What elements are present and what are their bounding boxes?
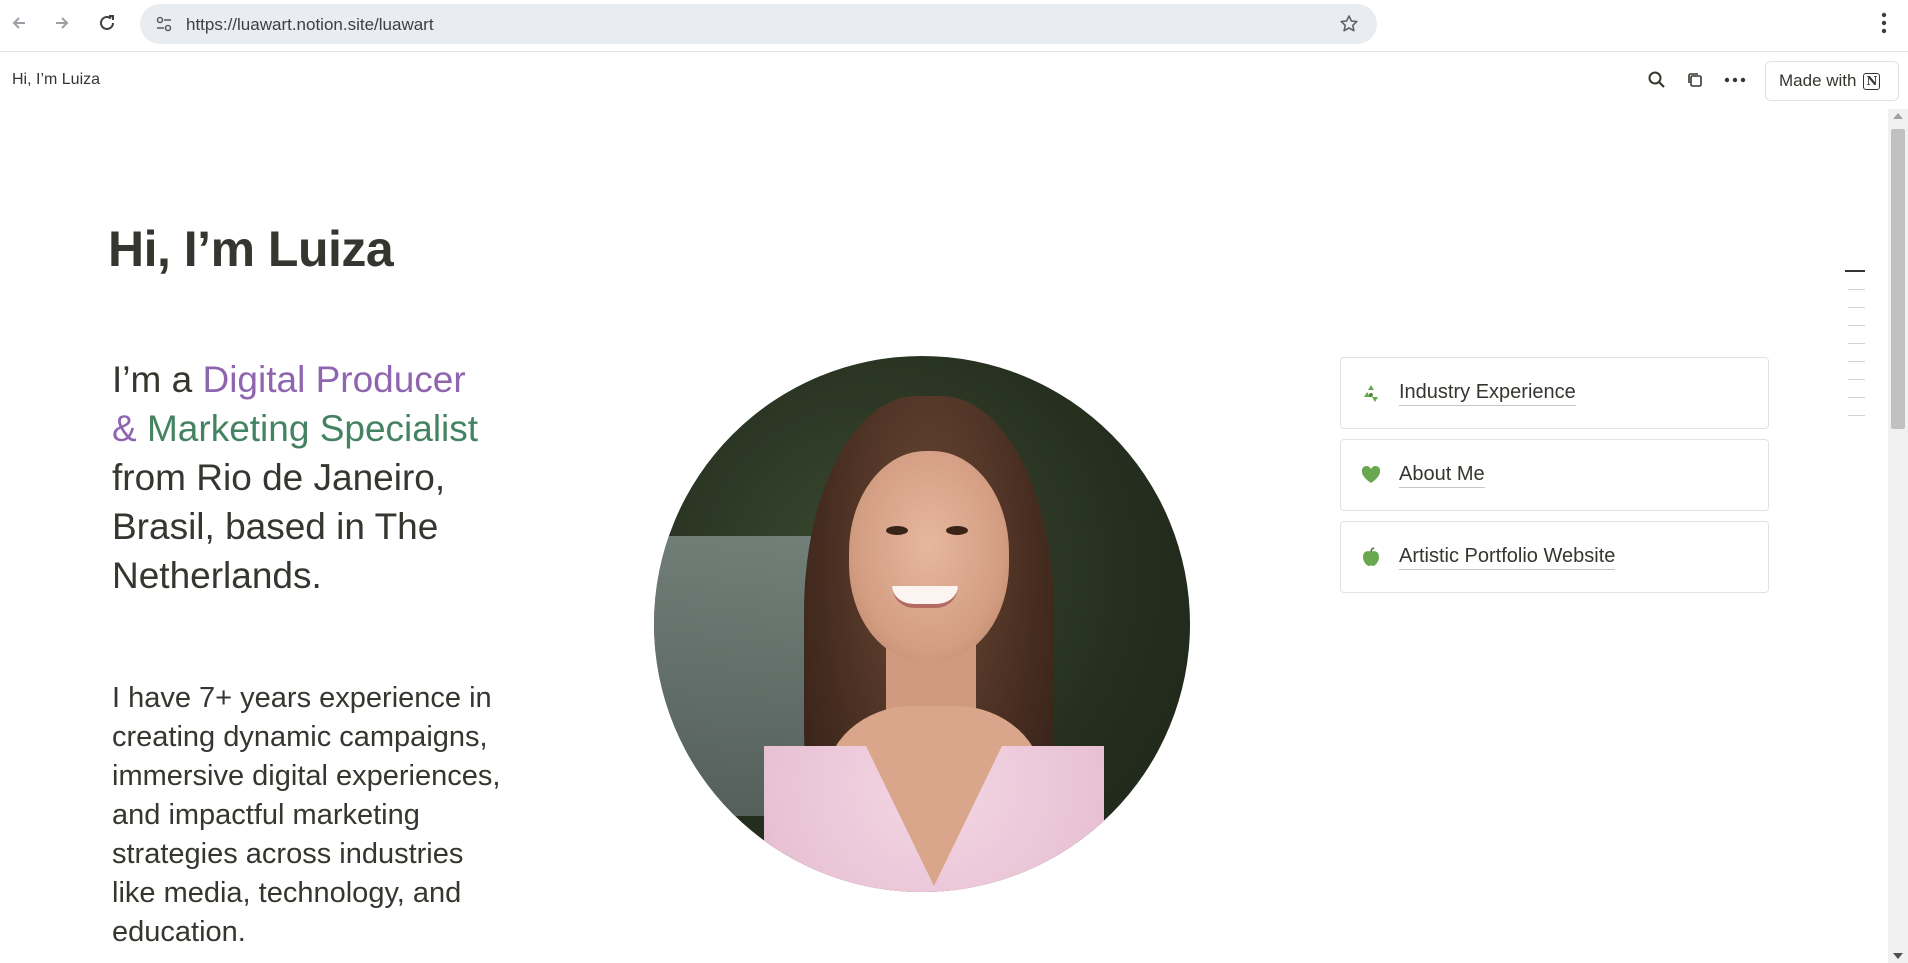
intro-suffix: from Rio de Janeiro, Brasil, based in Th…: [112, 457, 446, 596]
toc-line[interactable]: [1848, 415, 1865, 416]
toc-line[interactable]: [1848, 307, 1865, 308]
toc-line[interactable]: [1848, 343, 1865, 344]
role-ampersand: &: [112, 408, 147, 449]
role-marketing-specialist: Marketing Specialist: [146, 408, 479, 449]
more-horizontal-icon: [1724, 77, 1746, 83]
kebab-menu-icon: [1881, 12, 1887, 34]
scrollbar-thumb[interactable]: [1891, 129, 1905, 429]
search-button[interactable]: [1644, 67, 1670, 93]
arrow-left-icon: [12, 17, 25, 29]
scroll-down-arrow-icon[interactable]: [1893, 953, 1903, 959]
duplicate-icon: [1688, 73, 1702, 87]
recycle-icon: [1359, 381, 1383, 405]
more-options-button[interactable]: [1722, 67, 1748, 93]
breadcrumb[interactable]: Hi, I’m Luiza: [12, 71, 100, 89]
link-card-industry-experience[interactable]: Industry Experience: [1340, 357, 1769, 429]
notion-logo-icon: N: [1863, 72, 1881, 90]
link-card-artistic-portfolio[interactable]: Artistic Portfolio Website: [1340, 521, 1769, 593]
browser-menu-button[interactable]: [1874, 10, 1894, 36]
toc-line[interactable]: [1845, 270, 1865, 272]
role-digital-producer: Digital Producer: [202, 359, 466, 400]
bio-paragraph: I have 7+ years experience in creating d…: [112, 682, 501, 948]
bookmark-star-icon[interactable]: [1339, 14, 1359, 34]
made-with-label: Made with: [1779, 71, 1857, 90]
table-of-contents-minimap[interactable]: [1843, 270, 1865, 433]
toc-line[interactable]: [1848, 325, 1865, 326]
green-heart-icon: [1359, 463, 1383, 487]
browser-toolbar: https://luawart.notion.site/luawart: [0, 0, 1908, 52]
notion-topbar: Hi, I’m Luiza Made with N: [0, 53, 1908, 109]
profile-photo: [654, 356, 1190, 892]
reload-button[interactable]: [92, 8, 122, 38]
search-icon: [1648, 71, 1665, 88]
back-button[interactable]: [4, 8, 34, 38]
link-label[interactable]: About Me: [1399, 463, 1485, 488]
toc-line[interactable]: [1848, 379, 1865, 380]
intro-prefix: I’m a: [112, 359, 203, 400]
toc-line[interactable]: [1848, 361, 1865, 362]
green-apple-icon: [1359, 545, 1383, 569]
page-title: Hi, I’m Luiza: [108, 221, 394, 277]
intro-heading: I’m a Digital Producer & Marketing Specia…: [112, 355, 532, 600]
site-settings-icon[interactable]: [154, 14, 174, 34]
arrow-right-icon: [56, 17, 69, 29]
link-label[interactable]: Artistic Portfolio Website: [1399, 545, 1616, 570]
link-card-about-me[interactable]: About Me: [1340, 439, 1769, 511]
url-text[interactable]: https://luawart.notion.site/luawart: [186, 15, 434, 35]
toc-line[interactable]: [1848, 289, 1865, 290]
page-scrollbar[interactable]: [1888, 109, 1908, 963]
scroll-up-arrow-icon[interactable]: [1893, 113, 1903, 119]
forward-button[interactable]: [47, 8, 77, 38]
link-label[interactable]: Industry Experience: [1399, 381, 1576, 406]
address-bar[interactable]: https://luawart.notion.site/luawart: [140, 4, 1377, 44]
toc-line[interactable]: [1848, 397, 1865, 398]
duplicate-button[interactable]: [1682, 67, 1708, 93]
reload-icon: [100, 15, 114, 30]
made-with-notion-button[interactable]: Made with N: [1765, 61, 1899, 101]
